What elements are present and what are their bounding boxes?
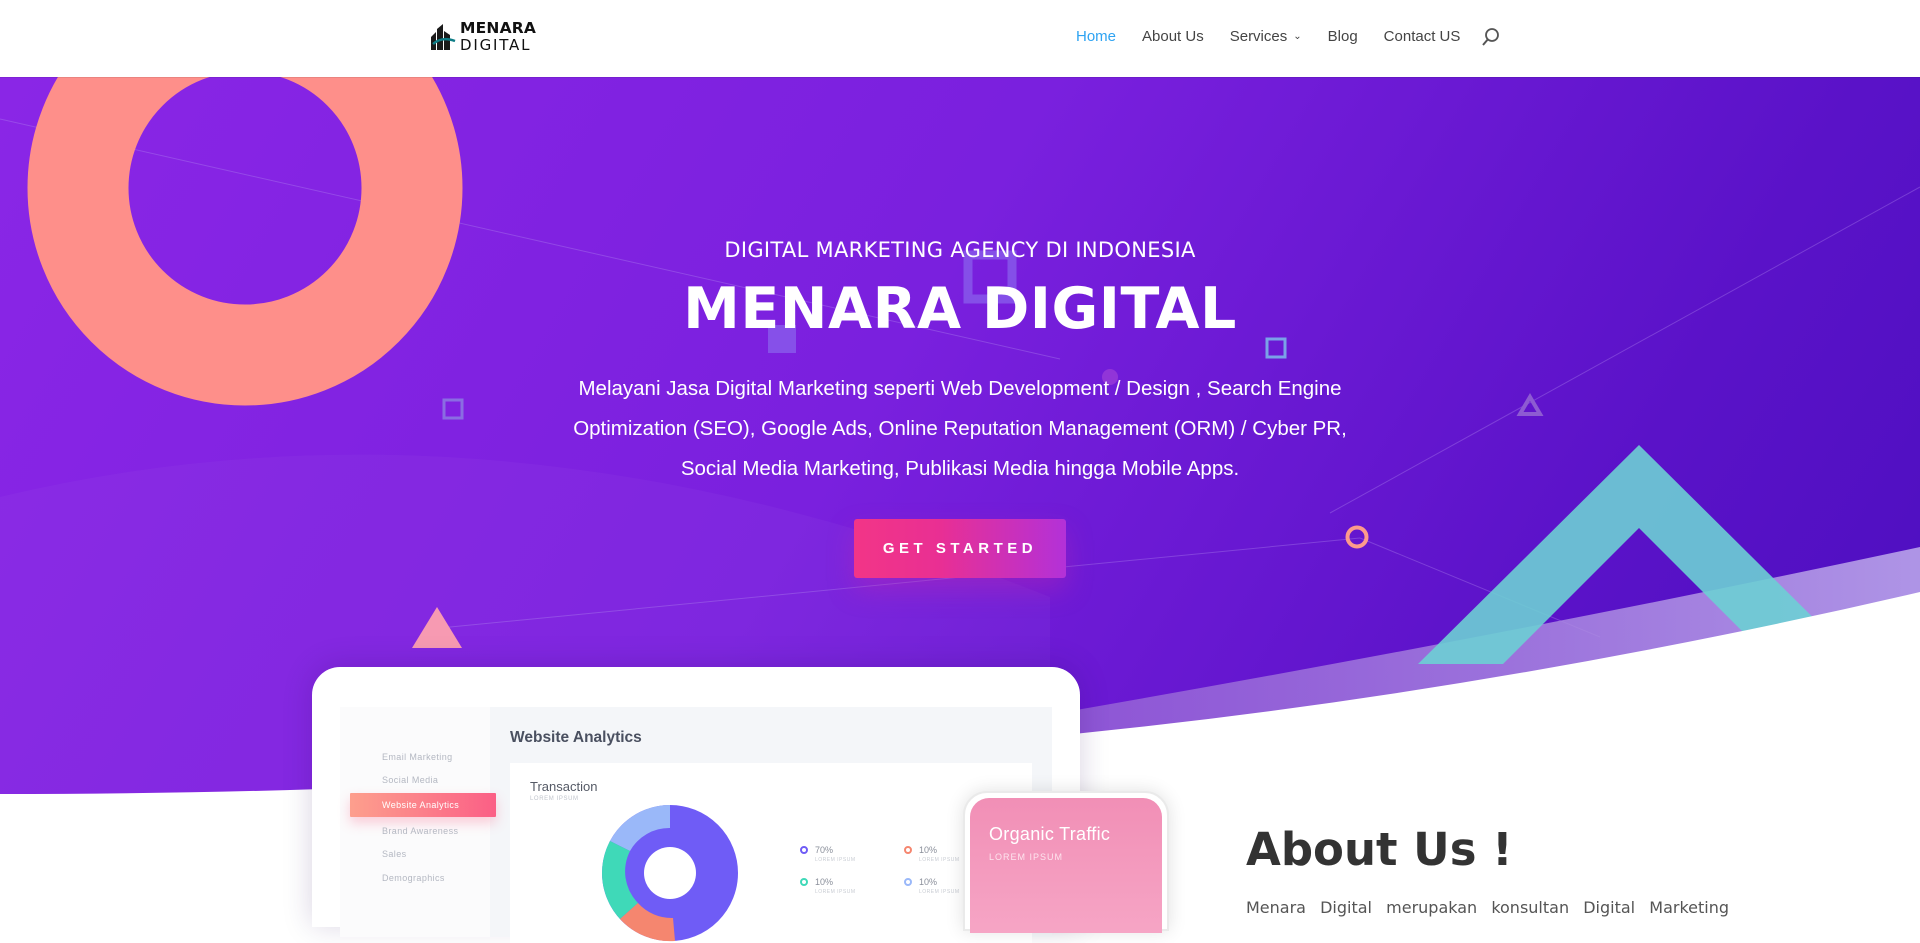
sidebar-item-website-analytics: Website Analytics (350, 793, 496, 817)
legend-sub: LOREM IPSUM (919, 857, 960, 863)
legend-item: 10% LOREM IPSUM (904, 845, 960, 863)
legend-dot-icon (904, 878, 912, 886)
nav-services[interactable]: Services ⌄ (1230, 28, 1302, 45)
transaction-card: Transaction LOREM IPSUM 70% LOREM IPSUM 1… (510, 763, 1032, 943)
legend-value: 10% (815, 877, 834, 887)
nav-about-us[interactable]: About Us (1142, 28, 1204, 45)
phone-screen: Organic Traffic LOREM IPSUM (970, 798, 1162, 933)
coral-dot-shape (1345, 525, 1369, 549)
sidebar-item-demographics: Demographics (382, 873, 445, 883)
legend-sub: LOREM IPSUM (919, 889, 960, 895)
legend-item: 70% LOREM IPSUM (800, 845, 856, 863)
hero-description-line: Social Media Marketing, Publikasi Media … (680, 457, 1240, 480)
legend-sub: LOREM IPSUM (815, 857, 856, 863)
legend-dot-icon (800, 878, 808, 886)
sidebar-item-social-media: Social Media (382, 775, 439, 785)
main-nav: Home About Us Services ⌄ Blog Contact US (1076, 28, 1486, 45)
triangle-shape (1516, 393, 1544, 416)
get-started-button[interactable]: GET STARTED (854, 519, 1066, 578)
about-text: Menara Digital merupakan konsultan Digit… (1246, 898, 1729, 917)
transaction-title: Transaction (530, 779, 598, 794)
nav-services-label: Services (1229, 28, 1288, 45)
chevron-down-icon: ⌄ (1293, 31, 1302, 42)
hero-description-line: Optimization (SEO), Google Ads, Online R… (573, 417, 1347, 440)
legend-dot-icon (800, 846, 808, 854)
donut-chart (602, 805, 738, 942)
legend-sub: LOREM IPSUM (815, 889, 856, 895)
sidebar-item-brand-awareness: Brand Awareness (382, 826, 459, 836)
legend-value: 70% (815, 845, 834, 855)
nav-blog[interactable]: Blog (1328, 28, 1358, 45)
logo-text-bottom: DIGITAL (460, 35, 532, 54)
legend-dot-icon (904, 846, 912, 854)
legend-value: 10% (919, 877, 938, 887)
logo-building-icon (431, 24, 456, 50)
phone-subtitle: LOREM IPSUM (989, 852, 1064, 862)
hero-subtitle: DIGITAL MARKETING AGENCY DI INDONESIA (724, 238, 1196, 262)
site-logo[interactable]: MENARA DIGITAL (430, 20, 540, 54)
sidebar-item-sales: Sales (382, 849, 407, 859)
legend-item: 10% LOREM IPSUM (800, 877, 856, 895)
legend-value: 10% (919, 845, 938, 855)
site-header: MENARA DIGITAL Home About Us Services ⌄ … (0, 0, 1920, 77)
transaction-subtitle: LOREM IPSUM (530, 796, 579, 802)
dashboard-screen: Email Marketing Social Media Website Ana… (340, 707, 1052, 943)
sidebar-item-email-marketing: Email Marketing (382, 752, 453, 762)
phone-title: Organic Traffic (989, 824, 1111, 844)
hero-title: MENARA DIGITAL (683, 276, 1237, 342)
logo-text-top: MENARA (460, 19, 537, 38)
legend-item: 10% LOREM IPSUM (904, 877, 960, 895)
dashboard-title: Website Analytics (510, 729, 642, 746)
square-shape (442, 398, 464, 420)
about-title: About Us ! (1246, 823, 1513, 876)
hero-description: Melayani Jasa Digital Marketing seperti … (560, 369, 1360, 489)
hero-description-line: Melayani Jasa Digital Marketing seperti … (578, 377, 1342, 400)
dashboard-sidebar: Email Marketing Social Media Website Ana… (340, 707, 496, 937)
nav-contact-us[interactable]: Contact US (1384, 28, 1461, 45)
phone-mockup: Organic Traffic LOREM IPSUM (963, 791, 1169, 933)
search-icon[interactable] (1481, 27, 1501, 49)
nav-home[interactable]: Home (1076, 28, 1116, 45)
